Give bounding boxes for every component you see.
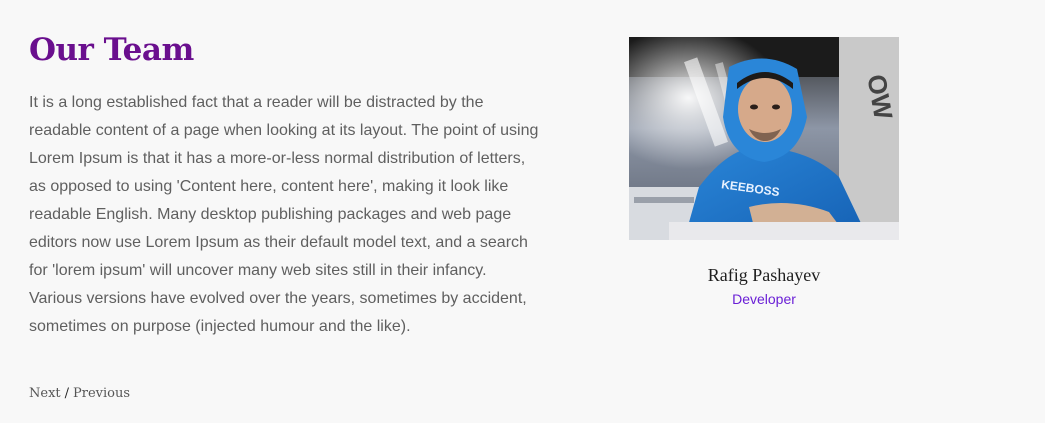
team-page: Our Team It is a long established fact t… (0, 0, 1045, 423)
member-photo: OW KEEBOSS (629, 37, 899, 240)
pager-separator: / (64, 386, 70, 401)
previous-link[interactable]: Previous (73, 386, 130, 401)
team-member-card: OW KEEBOSS Rafig Pashayev Developer (629, 37, 899, 308)
section-title: Our Team (29, 32, 194, 68)
team-intro: Our Team It is a long established fact t… (29, 28, 539, 341)
next-link[interactable]: Next (29, 386, 61, 401)
section-description: It is a long established fact that a rea… (29, 94, 539, 335)
member-role: Developer (732, 291, 796, 307)
member-name: Rafig Pashayev (707, 265, 821, 285)
pager: Next / Previous (29, 385, 130, 403)
